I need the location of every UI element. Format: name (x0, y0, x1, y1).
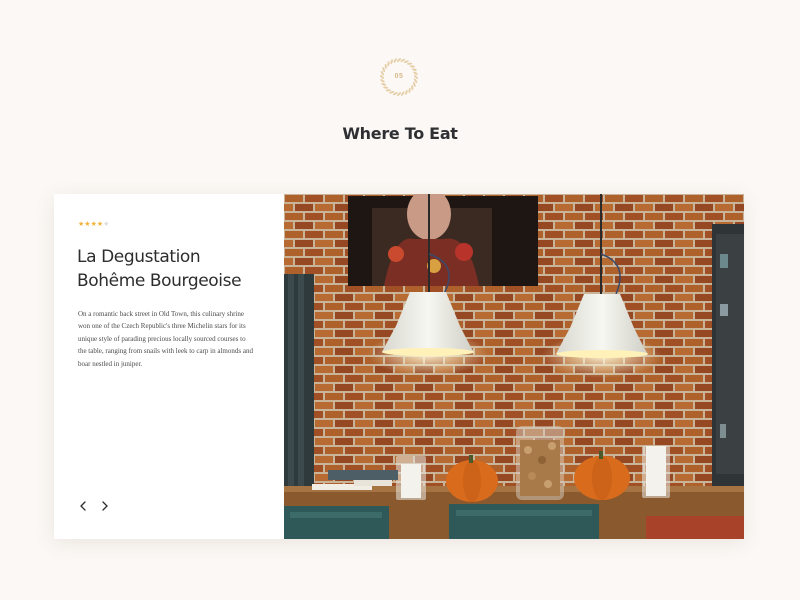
restaurant-name: La Degustation Bohême Bourgeoise (77, 245, 277, 293)
section-number: 05 (394, 73, 404, 80)
star-rating: ★★★★★ (78, 221, 109, 228)
carousel-navigation (76, 498, 116, 519)
restaurant-name-line: Bohême Bourgeoise (77, 271, 242, 291)
restaurant-description: On a romantic back street in Old Town, t… (78, 310, 253, 368)
restaurant-card: ★★★★★ La Degustation Bohême Bourgeoise O… (54, 194, 744, 539)
restaurant-photo (284, 194, 744, 539)
chevron-left-icon (80, 501, 86, 511)
star-icon: ★ (103, 221, 110, 228)
restaurant-name-line: La Degustation (77, 247, 201, 267)
restaurant-interior-photo (284, 194, 744, 539)
previous-button[interactable] (76, 498, 90, 514)
restaurant-info-panel: ★★★★★ La Degustation Bohême Bourgeoise O… (54, 194, 284, 539)
section-number-badge: 05 (378, 56, 420, 98)
chevron-right-icon (102, 501, 109, 511)
next-button[interactable] (98, 498, 112, 514)
section-title: Where To Eat (342, 124, 458, 143)
